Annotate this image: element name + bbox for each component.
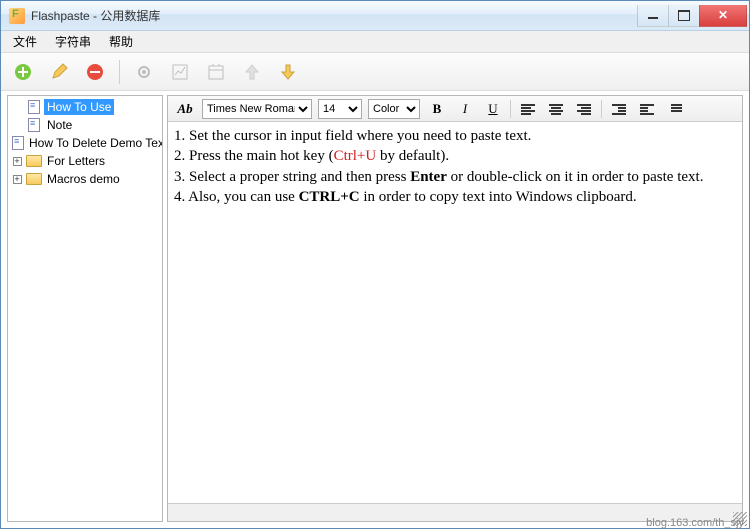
- document-icon: [26, 100, 42, 114]
- align-left-button[interactable]: [517, 99, 539, 119]
- tree-sidebar[interactable]: How To Use Note How To Delete Demo Text …: [7, 95, 163, 522]
- menu-help[interactable]: 帮助: [101, 31, 141, 52]
- titlebar[interactable]: Flashpaste - 公用数据库: [1, 1, 749, 31]
- underline-button[interactable]: U: [482, 99, 504, 119]
- align-center-button[interactable]: [545, 99, 567, 119]
- font-style-icon[interactable]: Ab: [174, 99, 196, 119]
- main-toolbar: [1, 53, 749, 91]
- add-button[interactable]: [9, 58, 37, 86]
- folder-icon: [26, 154, 42, 168]
- expand-icon[interactable]: +: [13, 175, 22, 184]
- menu-file[interactable]: 文件: [5, 31, 45, 52]
- window-title: Flashpaste - 公用数据库: [31, 7, 638, 24]
- tree-label: For Letters: [44, 153, 108, 169]
- delete-button[interactable]: [81, 58, 109, 86]
- bullet-list-button[interactable]: [664, 99, 686, 119]
- editor-area[interactable]: 1. Set the cursor in input field where y…: [168, 122, 742, 503]
- window-controls: [638, 5, 747, 27]
- toolbar-separator: [119, 60, 120, 84]
- document-icon: [12, 136, 24, 150]
- tree-label: Macros demo: [44, 171, 123, 187]
- edit-button[interactable]: [45, 58, 73, 86]
- body-area: How To Use Note How To Delete Demo Text …: [1, 91, 749, 528]
- editor-line: 2. Press the main hot key (Ctrl+U by def…: [174, 146, 736, 166]
- font-family-select[interactable]: Times New Roman: [202, 99, 312, 119]
- tree-item-macros-demo[interactable]: + Macros demo: [8, 170, 162, 188]
- watermark: blog.163.com/th_sjy: [646, 517, 744, 529]
- app-window: Flashpaste - 公用数据库 文件 字符串 帮助 How To Use: [0, 0, 750, 529]
- settings-button[interactable]: [130, 58, 158, 86]
- tree-label: Note: [44, 117, 75, 133]
- outdent-button[interactable]: [608, 99, 630, 119]
- expand-icon[interactable]: +: [13, 157, 22, 166]
- menubar: 文件 字符串 帮助: [1, 31, 749, 53]
- font-color-select[interactable]: Color: [368, 99, 420, 119]
- bold-button[interactable]: B: [426, 99, 448, 119]
- minimize-button[interactable]: [637, 5, 669, 27]
- tree-item-delete-demo[interactable]: How To Delete Demo Text: [8, 134, 162, 152]
- document-icon: [26, 118, 42, 132]
- folder-icon: [26, 172, 42, 186]
- tree-item-for-letters[interactable]: + For Letters: [8, 152, 162, 170]
- close-button[interactable]: [699, 5, 747, 27]
- down-arrow-button[interactable]: [274, 58, 302, 86]
- tree-item-how-to-use[interactable]: How To Use: [8, 98, 162, 116]
- italic-button[interactable]: I: [454, 99, 476, 119]
- menu-strings[interactable]: 字符串: [47, 31, 99, 52]
- up-arrow-button[interactable]: [238, 58, 266, 86]
- editor-line: 3. Select a proper string and then press…: [174, 167, 736, 187]
- tree-label: How To Use: [44, 99, 114, 115]
- indent-button[interactable]: [636, 99, 658, 119]
- editor-line: 4. Also, you can use CTRL+C in order to …: [174, 187, 736, 207]
- content-pane: Ab Times New Roman 14 Color B I U: [167, 95, 743, 522]
- separator: [601, 100, 602, 118]
- calendar-button[interactable]: [202, 58, 230, 86]
- editor-line: 1. Set the cursor in input field where y…: [174, 126, 736, 146]
- align-right-button[interactable]: [573, 99, 595, 119]
- chart-button[interactable]: [166, 58, 194, 86]
- maximize-button[interactable]: [668, 5, 700, 27]
- separator: [510, 100, 511, 118]
- tree-label: How To Delete Demo Text: [26, 135, 163, 151]
- tree-item-note[interactable]: Note: [8, 116, 162, 134]
- app-icon: [9, 8, 25, 24]
- format-toolbar: Ab Times New Roman 14 Color B I U: [168, 96, 742, 122]
- font-size-select[interactable]: 14: [318, 99, 362, 119]
